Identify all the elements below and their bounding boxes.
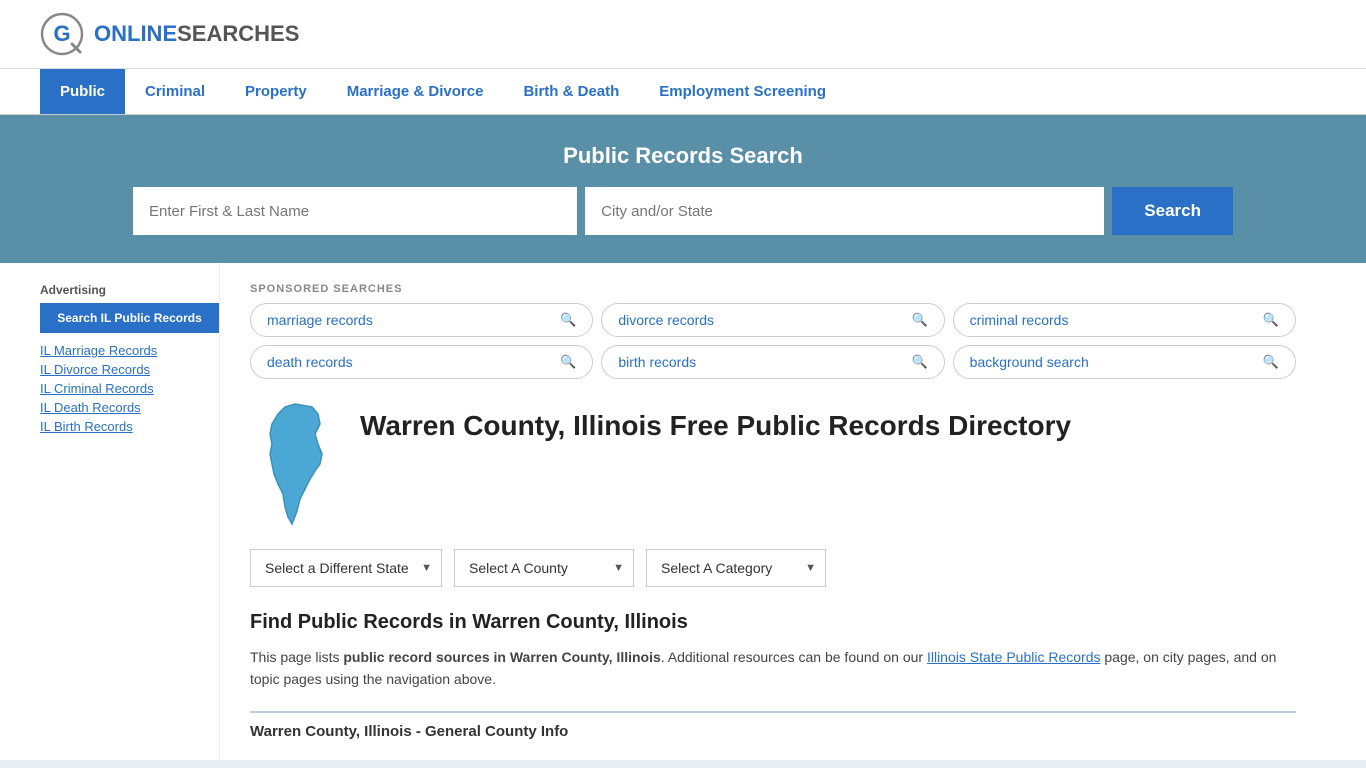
category-dropdown-wrapper: Select A Category: [646, 549, 826, 587]
tag-death-records[interactable]: death records 🔍: [250, 345, 593, 379]
search-icon-birth: 🔍: [911, 354, 927, 370]
search-icon-marriage: 🔍: [560, 312, 576, 328]
logo: G ONLINESEARCHES: [40, 12, 299, 56]
content: SPONSORED SEARCHES marriage records 🔍 di…: [220, 263, 1326, 760]
sidebar-link-birth[interactable]: IL Birth Records: [40, 419, 219, 434]
sponsored-tags: marriage records 🔍 divorce records 🔍 cri…: [250, 303, 1296, 379]
name-input[interactable]: [133, 187, 577, 235]
sidebar-link-divorce[interactable]: IL Divorce Records: [40, 362, 219, 377]
tag-criminal-records[interactable]: criminal records 🔍: [953, 303, 1296, 337]
logo-icon: G: [40, 12, 84, 56]
sidebar-link-marriage[interactable]: IL Marriage Records: [40, 343, 219, 358]
county-dropdown[interactable]: Select A County: [454, 549, 634, 587]
sidebar-ad-button[interactable]: Search IL Public Records: [40, 303, 219, 333]
tag-birth-records[interactable]: birth records 🔍: [601, 345, 944, 379]
search-banner-title: Public Records Search: [40, 143, 1326, 169]
find-desc-mid: . Additional resources can be found on o…: [661, 649, 927, 665]
general-info-header: Warren County, Illinois - General County…: [250, 711, 1296, 740]
sponsored-label: SPONSORED SEARCHES: [250, 283, 1296, 295]
find-records-description: This page lists public record sources in…: [250, 646, 1296, 691]
logo-online: ONLINE: [94, 21, 177, 46]
logo-searches: SEARCHES: [177, 21, 299, 46]
nav-employment[interactable]: Employment Screening: [639, 69, 846, 114]
tag-background-search[interactable]: background search 🔍: [953, 345, 1296, 379]
county-title: Warren County, Illinois Free Public Reco…: [360, 409, 1071, 443]
sidebar-link-death[interactable]: IL Death Records: [40, 400, 219, 415]
find-desc-start: This page lists: [250, 649, 343, 665]
county-dropdown-wrapper: Select A County: [454, 549, 634, 587]
nav-public[interactable]: Public: [40, 69, 125, 114]
search-icon-death: 🔍: [560, 354, 576, 370]
sidebar-advertising-label: Advertising: [40, 283, 219, 297]
dropdowns-row: Select a Different State Select A County…: [250, 549, 1296, 587]
find-desc-bold: public record sources in Warren County, …: [343, 649, 660, 665]
illinois-map: [250, 399, 340, 529]
search-icon-criminal: 🔍: [1263, 312, 1279, 328]
find-records-title: Find Public Records in Warren County, Il…: [250, 611, 1296, 634]
tag-marriage-records[interactable]: marriage records 🔍: [250, 303, 593, 337]
state-dropdown-wrapper: Select a Different State: [250, 549, 442, 587]
logo-text: ONLINESEARCHES: [94, 21, 299, 47]
nav-criminal[interactable]: Criminal: [125, 69, 225, 114]
category-dropdown[interactable]: Select A Category: [646, 549, 826, 587]
search-icon-background: 🔍: [1263, 354, 1279, 370]
find-desc-link[interactable]: Illinois State Public Records: [927, 649, 1101, 665]
location-input[interactable]: [585, 187, 1104, 235]
sidebar: Advertising Search IL Public Records IL …: [40, 263, 220, 760]
search-banner: Public Records Search Search: [0, 115, 1366, 263]
main-layout: Advertising Search IL Public Records IL …: [0, 263, 1366, 760]
main-nav: Public Criminal Property Marriage & Divo…: [0, 69, 1366, 115]
state-dropdown[interactable]: Select a Different State: [250, 549, 442, 587]
nav-property[interactable]: Property: [225, 69, 327, 114]
county-section: Warren County, Illinois Free Public Reco…: [250, 399, 1296, 529]
search-button[interactable]: Search: [1112, 187, 1233, 235]
tag-divorce-records[interactable]: divorce records 🔍: [601, 303, 944, 337]
search-icon-divorce: 🔍: [911, 312, 927, 328]
nav-birth-death[interactable]: Birth & Death: [503, 69, 639, 114]
sidebar-link-criminal[interactable]: IL Criminal Records: [40, 381, 219, 396]
header: G ONLINESEARCHES: [0, 0, 1366, 69]
svg-text:G: G: [53, 21, 70, 46]
sidebar-advertising-section: Advertising Search IL Public Records IL …: [40, 283, 219, 434]
nav-marriage-divorce[interactable]: Marriage & Divorce: [327, 69, 504, 114]
county-title-wrapper: Warren County, Illinois Free Public Reco…: [360, 399, 1071, 443]
search-fields: Search: [133, 187, 1233, 235]
